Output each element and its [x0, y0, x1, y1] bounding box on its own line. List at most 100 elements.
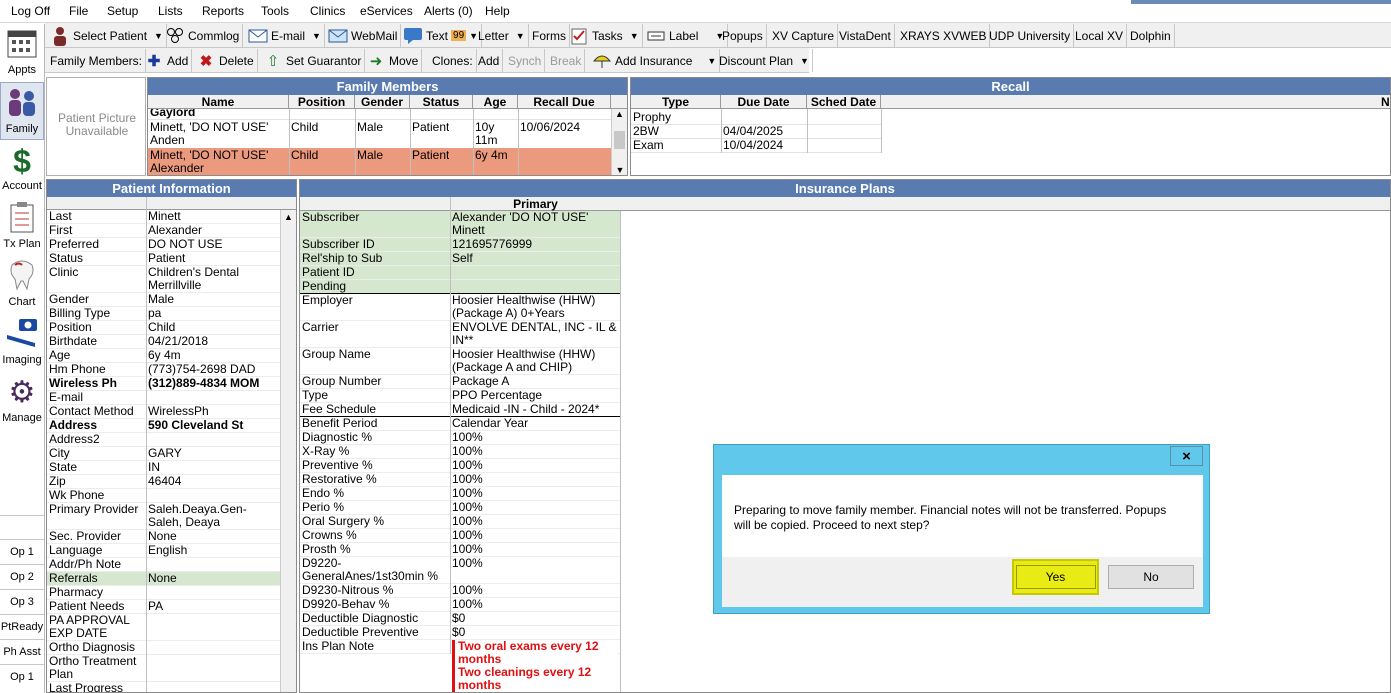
- col-position[interactable]: Position: [289, 95, 355, 109]
- module-tx-plan[interactable]: Tx Plan: [0, 198, 44, 256]
- table-row[interactable]: Address 590 Cleveland St: [47, 419, 280, 433]
- table-row[interactable]: D9230-Nitrous % 100%: [300, 584, 621, 598]
- table-row[interactable]: Minett, 'DO NOT USE' Anden Child Male Pa…: [148, 120, 611, 147]
- forms-button[interactable]: Forms: [527, 24, 570, 47]
- table-row[interactable]: Carrier ENVOLVE DENTAL, INC - IL & IN**: [300, 321, 621, 348]
- webmail-button[interactable]: WebMail: [325, 24, 402, 47]
- module-family[interactable]: Family: [0, 82, 44, 140]
- col-gender[interactable]: Gender: [355, 95, 410, 109]
- menu-tools[interactable]: Tools: [261, 4, 289, 18]
- table-row[interactable]: Wk Phone: [47, 489, 280, 503]
- label-button[interactable]: Label ▼: [643, 24, 729, 47]
- table-row[interactable]: Ortho Diagnosis: [47, 641, 280, 655]
- xv-capture-button[interactable]: XV Capture: [769, 24, 839, 47]
- table-row[interactable]: Type PPO Percentage: [300, 389, 621, 403]
- col-notes[interactable]: Not: [881, 95, 1390, 109]
- select-patient-button[interactable]: Select Patient ▼: [47, 24, 167, 47]
- table-row[interactable]: Perio % 100%: [300, 501, 621, 515]
- col-sched-date[interactable]: Sched Date: [807, 95, 881, 109]
- table-row[interactable]: Preferred DO NOT USE: [47, 238, 280, 252]
- table-row[interactable]: Exam 10/04/2024: [631, 138, 1390, 152]
- tasks-button[interactable]: Tasks ▼: [566, 24, 643, 47]
- table-row[interactable]: Oral Surgery % 100%: [300, 515, 621, 529]
- table-row[interactable]: Prosth % 100%: [300, 543, 621, 557]
- table-row[interactable]: Rel'ship to Sub Self: [300, 252, 621, 266]
- op-button-op3[interactable]: Op 3: [0, 589, 44, 613]
- table-row[interactable]: Position Child: [47, 321, 280, 335]
- table-row[interactable]: PA APPROVAL EXP DATE: [47, 614, 280, 641]
- table-row[interactable]: Age 6y 4m: [47, 349, 280, 363]
- table-row[interactable]: Benefit Period Calendar Year: [300, 417, 621, 431]
- menu-clinics[interactable]: Clinics: [310, 4, 345, 18]
- table-row[interactable]: X-Ray % 100%: [300, 445, 621, 459]
- op-button-ph-asst[interactable]: Ph Asst: [0, 639, 44, 663]
- module-manage[interactable]: ⚙ Manage: [0, 372, 44, 430]
- table-row[interactable]: Deductible Diagnostic $0: [300, 612, 621, 626]
- letter-button[interactable]: Letter ▼: [473, 24, 529, 47]
- move-family-member-button[interactable]: ➜ Move: [363, 49, 423, 72]
- scroll-up-icon[interactable]: ▲: [612, 109, 627, 119]
- module-chart[interactable]: Chart: [0, 256, 44, 314]
- table-row[interactable]: Subscriber Alexander 'DO NOT USE' Minett: [300, 211, 621, 238]
- scroll-up-icon[interactable]: ▲: [281, 212, 296, 222]
- table-row[interactable]: Preventive % 100%: [300, 459, 621, 473]
- table-row[interactable]: First Alexander: [47, 224, 280, 238]
- menu-eservices[interactable]: eServices: [360, 4, 413, 18]
- table-row[interactable]: Primary Provider Saleh.Deaya.Gen-Saleh, D…: [47, 503, 280, 530]
- udp-university-button[interactable]: UDP University: [986, 24, 1075, 47]
- table-row[interactable]: Language English: [47, 544, 280, 558]
- table-row[interactable]: Contact Method WirelessPh: [47, 405, 280, 419]
- family-scrollbar[interactable]: ▲ ▼: [611, 109, 627, 175]
- col-primary[interactable]: Primary: [450, 197, 621, 211]
- table-row[interactable]: Gender Male: [47, 293, 280, 307]
- col-due-date[interactable]: Due Date: [721, 95, 807, 109]
- module-imaging[interactable]: Imaging: [0, 314, 44, 372]
- table-row[interactable]: Zip 46404: [47, 475, 280, 489]
- op-button-ptready[interactable]: PtReady: [0, 614, 44, 638]
- table-row[interactable]: Clinic Children's Dental Merrillville: [47, 266, 280, 293]
- col-type[interactable]: Type: [631, 95, 721, 109]
- menu-alerts[interactable]: Alerts (0): [424, 4, 473, 18]
- module-account[interactable]: $ Account: [0, 140, 44, 198]
- table-row[interactable]: Subscriber ID 121695776999: [300, 238, 621, 252]
- table-row[interactable]: Employer Hoosier Healthwise (HHW) (Packag…: [300, 294, 621, 321]
- email-button[interactable]: E-mail ▼: [245, 24, 325, 47]
- table-row[interactable]: Last Minett: [47, 210, 280, 224]
- chevron-down-icon[interactable]: ▼: [312, 31, 321, 41]
- yes-button[interactable]: Yes: [1015, 565, 1096, 589]
- patient-info-scrollbar[interactable]: ▲: [280, 210, 296, 692]
- delete-family-member-button[interactable]: ✖ Delete: [193, 49, 258, 72]
- text-button[interactable]: Text 99 ▼: [400, 24, 483, 47]
- op-button-op1[interactable]: Op 1: [0, 539, 44, 563]
- discount-plan-button[interactable]: Discount Plan ▼: [714, 49, 813, 72]
- table-row[interactable]: Billing Type pa: [47, 307, 280, 321]
- table-row[interactable]: Prophy: [631, 110, 1390, 124]
- chevron-down-icon[interactable]: ▼: [516, 31, 525, 41]
- col-age[interactable]: Age: [473, 95, 518, 109]
- table-row[interactable]: Status Patient: [47, 252, 280, 266]
- chevron-down-icon[interactable]: ▼: [630, 31, 639, 41]
- table-row[interactable]: Last Progress: [47, 682, 280, 692]
- table-row[interactable]: Hm Phone (773)754-2698 DAD: [47, 363, 280, 377]
- table-row[interactable]: Patient ID: [300, 266, 621, 280]
- menu-help[interactable]: Help: [485, 4, 510, 18]
- clone-synch-button[interactable]: Synch: [505, 49, 546, 72]
- table-row[interactable]: Group Number Package A: [300, 375, 621, 389]
- dolphin-button[interactable]: Dolphin: [1127, 24, 1175, 47]
- table-row[interactable]: E-mail: [47, 391, 280, 405]
- table-row[interactable]: Address2: [47, 433, 280, 447]
- local-xv-button[interactable]: Local XV: [1072, 24, 1128, 47]
- table-row[interactable]: Endo % 100%: [300, 487, 621, 501]
- add-insurance-button[interactable]: Add Insurance ▼: [589, 49, 721, 72]
- no-button[interactable]: No: [1108, 565, 1194, 589]
- clone-add-button[interactable]: Add: [475, 49, 504, 72]
- table-row[interactable]: Pending: [300, 280, 621, 294]
- table-row[interactable]: State IN: [47, 461, 280, 475]
- module-appts[interactable]: Appts: [0, 24, 44, 82]
- add-family-member-button[interactable]: ✚ Add: [141, 49, 193, 72]
- family-row-partial[interactable]: Gaylord: [150, 109, 195, 119]
- table-row[interactable]: D9220-GeneralAnes/1st30min % 100%: [300, 557, 621, 584]
- table-row[interactable]: Referrals None: [47, 572, 280, 586]
- menu-reports[interactable]: Reports: [202, 4, 244, 18]
- table-row[interactable]: Fee Schedule Medicaid -IN - Child - 2024*: [300, 403, 621, 417]
